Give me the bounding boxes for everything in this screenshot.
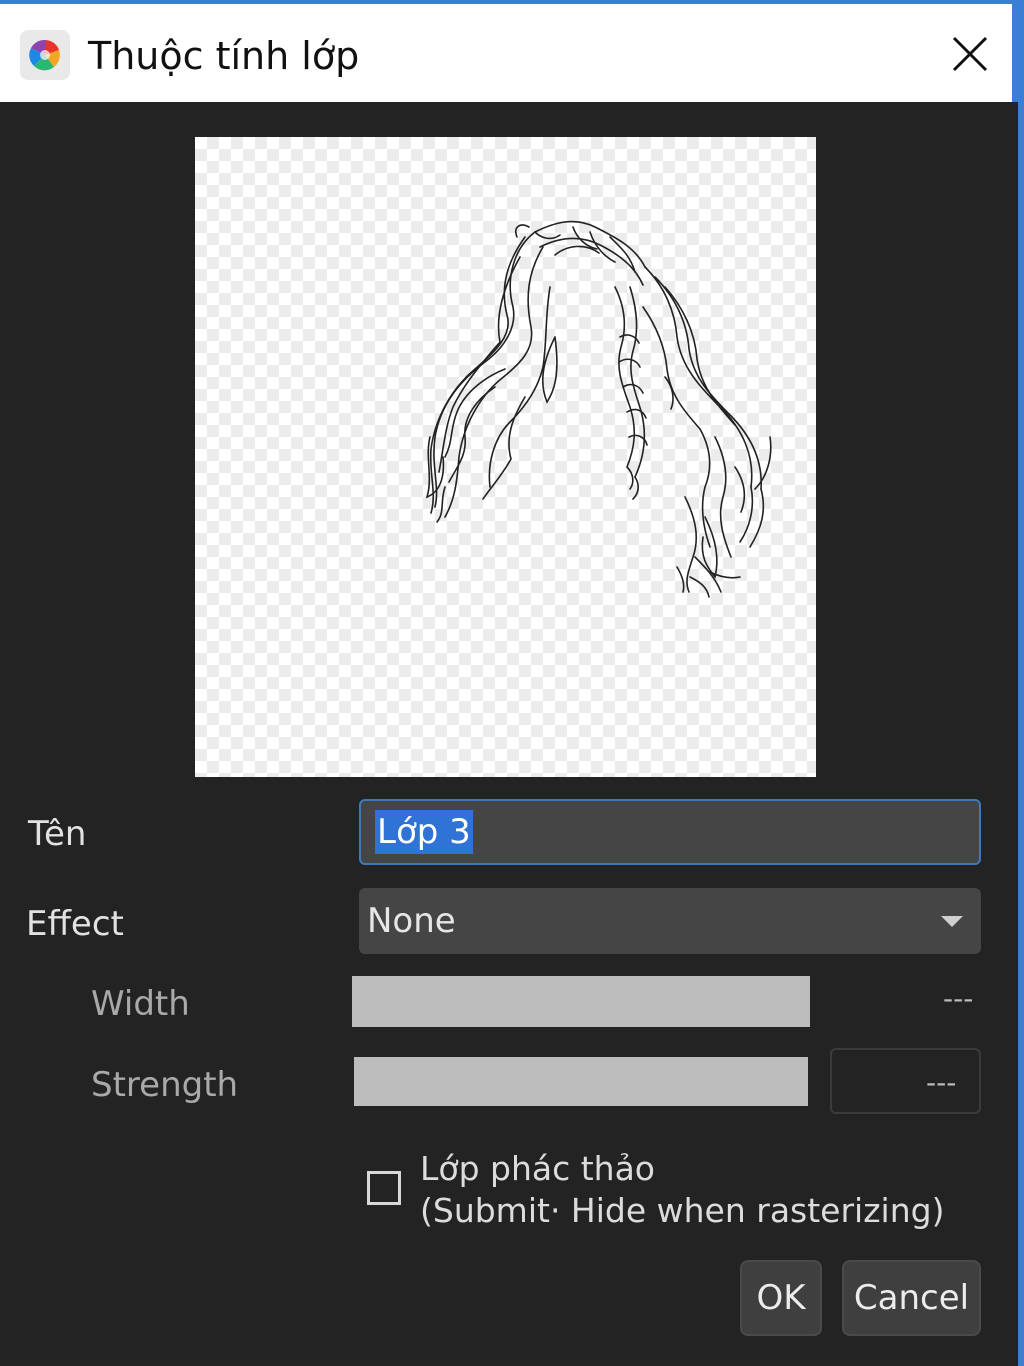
close-icon	[952, 36, 988, 72]
cancel-button[interactable]: Cancel	[842, 1260, 981, 1336]
layer-properties-dialog: Thuộc tính lớp Tên Lớp 3 Effect None Wid…	[0, 0, 1024, 1366]
effect-selected-value: None	[367, 901, 456, 941]
window-title: Thuộc tính lớp	[88, 34, 360, 78]
width-label: Width	[91, 984, 190, 1024]
strength-spinbox[interactable]: ---	[830, 1048, 981, 1114]
ok-button[interactable]: OK	[740, 1260, 822, 1336]
width-slider[interactable]	[352, 976, 810, 1027]
layer-preview	[195, 137, 816, 777]
draft-layer-label[interactable]: Lớp phác thảo (Submit· Hide when rasteri…	[420, 1148, 944, 1232]
layer-name-input[interactable]: Lớp 3	[359, 799, 981, 865]
close-button[interactable]	[942, 28, 996, 82]
strength-value: ---	[926, 1066, 957, 1099]
draft-layer-subtitle: (Submit· Hide when rasterizing)	[420, 1191, 945, 1230]
strength-label: Strength	[91, 1065, 239, 1105]
title-bar[interactable]: Thuộc tính lớp	[0, 0, 1018, 102]
dropdown-arrow-icon	[941, 916, 963, 927]
name-label: Tên	[28, 814, 87, 854]
width-value: ---	[943, 982, 974, 1015]
layer-name-value: Lớp 3	[375, 810, 473, 854]
app-logo-icon	[20, 30, 70, 80]
strength-slider[interactable]	[354, 1057, 808, 1106]
window-border	[1018, 0, 1024, 1366]
draft-layer-checkbox[interactable]	[367, 1171, 401, 1205]
effect-dropdown[interactable]: None	[359, 888, 981, 954]
hair-sketch-image	[425, 220, 772, 598]
effect-label: Effect	[26, 904, 124, 944]
draft-layer-title: Lớp phác thảo	[420, 1149, 655, 1188]
